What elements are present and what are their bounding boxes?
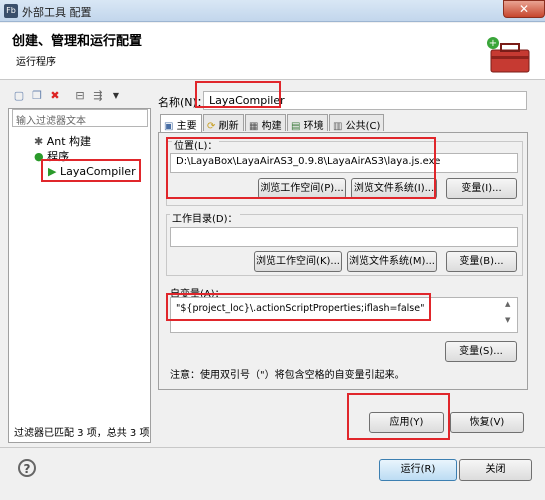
tab-common[interactable]: ▥ 公共(C) [329,114,384,132]
new-config-icon[interactable]: ▢ [11,88,27,104]
variables-button[interactable]: 变量(I)... [446,178,517,199]
config-toolbar: ▢ ❐ ✖ ⊟ ⇶ ▼ [8,86,153,108]
tree-item-label: LayaCompiler [59,165,136,178]
launch-config-icon: ▶ [48,165,57,178]
svg-text:+: + [489,38,497,49]
chevron-down-icon[interactable]: ▼ [108,88,124,104]
workdir-label: 工作目录(D)： [170,210,240,225]
tree-item-layacompiler[interactable]: ▶ LayaCompiler [48,165,136,178]
tab-label: 主要 [176,121,197,132]
tab-label: 刷新 [218,121,239,132]
browse-filesystem-button-2[interactable]: 浏览文件系统(M)... [347,251,437,272]
refresh-icon: ⟳ [207,121,216,132]
footer-divider [0,447,545,448]
dialog-title: 创建、管理和运行配置 [12,34,143,49]
build-icon: ▦ [249,121,259,132]
main-tab-icon: ▣ [164,121,174,132]
collapse-all-icon[interactable]: ⊟ [72,88,88,104]
close-button[interactable]: 关闭 [459,459,532,481]
tab-label: 环境 [303,121,324,132]
filter-status: 过滤器已匹配 3 项，总共 3 项 [14,428,150,439]
help-icon[interactable]: ? [18,459,36,477]
duplicate-icon[interactable]: ❐ [29,88,45,104]
tab-bar: ▣ 主要 ⟳ 刷新 ▦ 构建 ▤ 环境 ▥ 公共(C) [158,114,528,133]
config-tree-panel [8,108,151,443]
browse-workspace-button-2[interactable]: 浏览工作空间(K)... [254,251,342,272]
tree-item-label: Ant 构建 [46,135,92,148]
program-icon: ● [34,150,44,163]
variables-button-2[interactable]: 变量(B)... [446,251,517,272]
browse-filesystem-button[interactable]: 浏览文件系统(I)... [351,178,437,199]
tab-label: 构建 [261,121,282,132]
filter-input[interactable]: 输入过滤器文本 [12,109,148,127]
workdir-input[interactable] [170,227,518,247]
app-icon: Fb [4,4,18,18]
name-input[interactable]: LayaCompiler [203,91,527,110]
common-icon: ▥ [333,121,343,132]
filter-icon[interactable]: ⇶ [90,88,106,104]
tab-refresh[interactable]: ⟳ 刷新 [203,114,244,132]
tree-item-program[interactable]: ● 程序 [34,148,69,164]
scroll-arrows[interactable]: ▲ ▼ [505,300,510,324]
tab-environment[interactable]: ▤ 环境 [287,114,328,132]
window-title: 外部工具 配置 [22,6,92,19]
revert-button[interactable]: 恢复(V) [450,412,524,433]
variables-button-3[interactable]: 变量(S)... [445,341,517,362]
location-input[interactable]: D:\LayaBox\LayaAirAS3_0.9.8\LayaAirAS3\l… [170,153,518,173]
delete-icon[interactable]: ✖ [47,88,63,104]
name-label: 名称(N)： [158,96,208,109]
browse-workspace-button[interactable]: 浏览工作空间(P)... [258,178,346,199]
tree-item-ant[interactable]: ✱ Ant 构建 [34,133,91,149]
window-close-button[interactable]: ✕ [503,0,545,18]
dialog-subtitle: 运行程序 [16,57,56,68]
toolbox-icon: + [487,37,530,73]
quote-note: 注意：使用双引号（"）将包含空格的自变量引起来。 [170,370,405,381]
tab-main[interactable]: ▣ 主要 [160,114,202,133]
location-label: 位置(L)： [172,137,220,152]
args-textarea[interactable]: "${project_loc}\.actionScriptProperties;… [170,297,518,333]
tab-build[interactable]: ▦ 构建 [245,114,286,132]
ant-icon: ✱ [34,135,44,148]
environment-icon: ▤ [291,121,301,132]
apply-button[interactable]: 应用(Y) [369,412,444,433]
tab-label: 公共(C) [345,121,381,132]
tree-item-label: 程序 [47,150,70,163]
run-button[interactable]: 运行(R) [379,459,457,481]
